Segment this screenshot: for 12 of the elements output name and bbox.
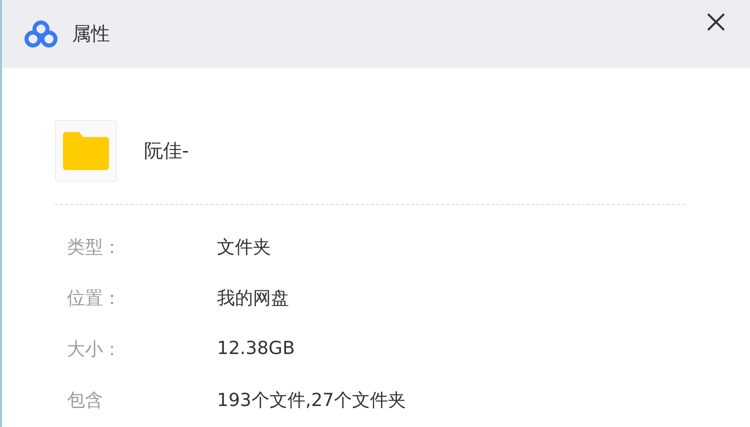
file-name: 阮佳- [144, 139, 189, 164]
property-label: 包含 [66, 388, 104, 412]
property-label: 位置： [66, 286, 122, 310]
property-value: 文件夹 [217, 236, 271, 258]
folder-icon [63, 132, 109, 170]
property-value: 12.38GB [217, 338, 295, 359]
property-label: 类型： [66, 236, 122, 258]
cloud-logo-icon [24, 20, 58, 48]
property-value: 我的网盘 [217, 286, 289, 310]
window-title: 属性 [72, 22, 111, 47]
property-value: 193个文件,27个文件夹 [217, 388, 406, 412]
property-label: 大小： [66, 338, 122, 360]
